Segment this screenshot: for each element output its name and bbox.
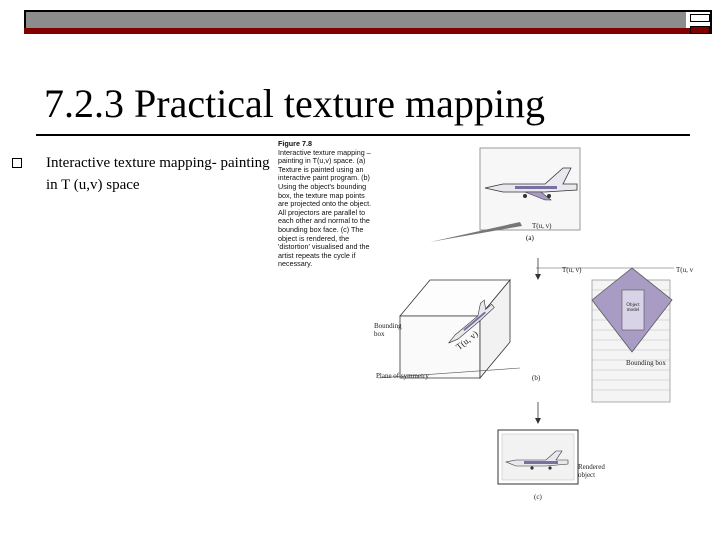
figure-drawing: (a) <box>377 147 674 485</box>
bullet-text: Interactive texture mapping- painting in… <box>46 155 270 193</box>
header-square-top <box>690 14 710 22</box>
header-square-bottom <box>690 26 710 34</box>
projection-spike <box>430 222 522 242</box>
slide-title: 7.2.3 Practical texture mapping <box>44 81 545 126</box>
bounding-box-b <box>399 278 511 380</box>
header-red-band <box>24 28 690 34</box>
label-tuv-right: T(u, v <box>676 266 694 274</box>
label-object-model: Object model <box>626 303 640 313</box>
bullet-square-icon <box>12 158 22 168</box>
label-c: (c) <box>534 493 542 501</box>
panel-c <box>497 429 579 485</box>
label-a: (a) <box>526 234 534 242</box>
panel-a <box>479 147 581 231</box>
panel-b-right <box>591 267 673 403</box>
label-rendered-object: Rendered object <box>578 463 605 479</box>
figure: Figure 7.8 Interactive texture mapping –… <box>270 139 700 520</box>
label-plane-of-symmetry: Plane of symmetry <box>376 372 429 380</box>
label-tuv-a: T(u, v) <box>532 222 552 230</box>
label-bounding-box-right: Bounding box <box>626 359 666 367</box>
title-rule <box>36 134 690 136</box>
label-b: (b) <box>532 374 541 382</box>
label-bounding-box-left: Bounding box <box>374 322 402 338</box>
label-tuv-left: T(u, v) <box>562 266 582 274</box>
